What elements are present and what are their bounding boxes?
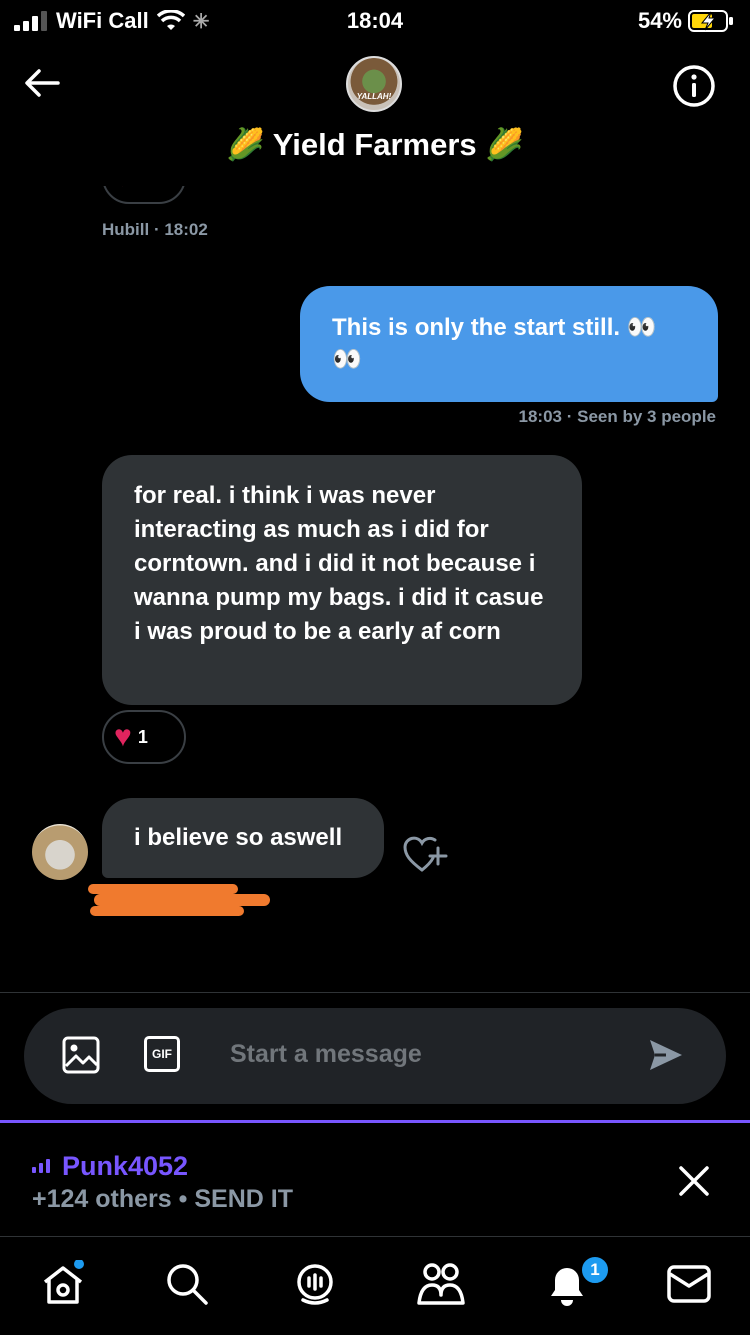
battery-percent: 54%	[637, 8, 682, 33]
home-icon	[43, 1260, 84, 1304]
space-subtitle: +124 others • SEND IT	[32, 1185, 293, 1214]
conversation-title[interactable]: 🌽 Yield Farmers 🌽	[0, 126, 750, 163]
nav-messages[interactable]	[664, 1259, 714, 1309]
spaces-icon	[297, 1264, 333, 1305]
gif-icon[interactable]: GIF	[144, 1036, 180, 1072]
status-right: 54%	[638, 8, 734, 34]
space-host-name: Punk4052	[62, 1151, 189, 1181]
reaction-count: 1	[137, 726, 148, 747]
battery-charging-icon	[688, 10, 733, 32]
conversation-header: YALLAH! 🌽 Yield Farmers 🌽	[0, 44, 750, 186]
spaces-dock[interactable]: Punk4052 +124 others • SEND IT	[0, 1120, 750, 1237]
message-input[interactable]: Start a message	[230, 1040, 422, 1069]
heart-icon: ♥	[114, 720, 132, 753]
bottom-navigation: 1	[0, 1236, 750, 1335]
message-composer: GIF Start a message	[24, 1008, 726, 1104]
space-separator: •	[178, 1185, 188, 1213]
message-time: · 18:02	[153, 220, 208, 239]
space-title: SEND IT	[194, 1185, 293, 1213]
message-meta: Hubill · 18:02	[102, 220, 208, 240]
back-arrow-icon[interactable]	[24, 68, 60, 98]
group-avatar[interactable]: YALLAH!	[346, 56, 402, 112]
sender-name: Hubill	[102, 220, 150, 239]
composer-divider	[0, 992, 750, 993]
nav-search[interactable]	[162, 1259, 212, 1309]
image-icon[interactable]	[62, 1036, 100, 1074]
sent-message-bubble[interactable]: This is only the start still. 👀👀	[300, 286, 718, 402]
live-audio-icon	[32, 1158, 50, 1173]
message-meta: 18:03 · Seen by 3 people	[519, 407, 716, 427]
message-text: for real. i think i was never interactin…	[134, 482, 544, 645]
message-text: i believe so aswell	[134, 824, 343, 851]
space-listeners: +124 others	[32, 1185, 172, 1213]
mail-icon	[667, 1265, 711, 1303]
reaction-pill[interactable]: ♥ 1	[102, 710, 186, 764]
info-icon[interactable]	[672, 64, 716, 108]
sender-avatar[interactable]	[32, 824, 88, 880]
received-message-bubble[interactable]: for real. i think i was never interactin…	[102, 455, 582, 705]
nav-home[interactable]	[38, 1259, 88, 1309]
message-text: This is only the start still. 👀👀	[332, 314, 657, 373]
nav-spaces[interactable]	[290, 1259, 340, 1309]
nav-communities[interactable]	[416, 1259, 466, 1309]
add-reaction-icon[interactable]	[402, 834, 448, 874]
group-avatar-text: YALLAH!	[356, 92, 392, 101]
notification-badge: 1	[580, 1255, 610, 1285]
communities-icon	[417, 1263, 465, 1305]
received-message-bubble[interactable]: i believe so aswell	[102, 798, 384, 878]
search-icon	[167, 1264, 208, 1305]
redaction-scribble	[88, 884, 270, 918]
space-host: Punk4052	[32, 1151, 188, 1182]
status-bar: WiFi Call ✳ 18:04 54%	[0, 0, 750, 44]
seen-status: · Seen by 3 people	[566, 407, 716, 426]
close-icon[interactable]	[678, 1165, 710, 1197]
message-time: 18:03	[518, 407, 562, 426]
send-icon[interactable]	[648, 1038, 684, 1072]
